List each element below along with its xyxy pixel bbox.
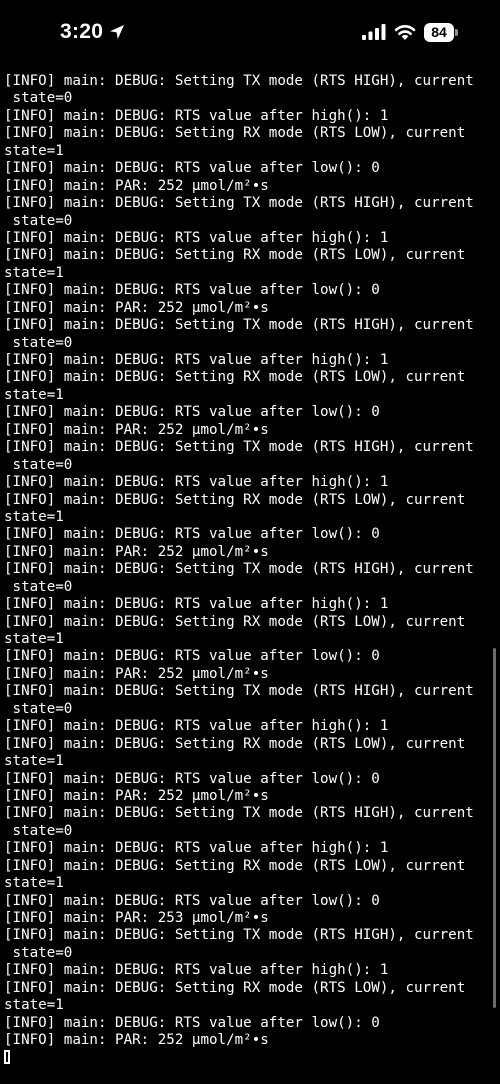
terminal-line: [INFO] main: PAR: 252 µmol/m²•s <box>4 665 269 682</box>
terminal-line: state=0 <box>4 944 73 961</box>
battery-body: 84 <box>424 22 454 42</box>
wifi-icon <box>394 25 416 40</box>
terminal-line: [INFO] main: DEBUG: RTS value after high… <box>4 352 389 368</box>
terminal-line: [INFO] main: DEBUG: RTS value after low(… <box>4 892 380 909</box>
terminal-line: [INFO] main: DEBUG: Setting RX mode (RTS… <box>4 369 466 386</box>
terminal-line: state=1 <box>4 508 64 525</box>
terminal-line: state=0 <box>4 90 73 107</box>
terminal-line: state=0 <box>4 334 73 351</box>
cellular-signal-icon <box>362 24 386 40</box>
terminal-line: [INFO] main: DEBUG: RTS value after low(… <box>4 770 380 787</box>
terminal-line: state=1 <box>4 875 64 892</box>
terminal-line: state=0 <box>4 822 73 839</box>
cursor-line <box>4 1049 492 1067</box>
terminal-line: [INFO] main: DEBUG: RTS value after high… <box>4 107 389 124</box>
status-icons: 84 <box>362 22 458 42</box>
terminal-line: [INFO] main: DEBUG: RTS value after high… <box>4 718 389 735</box>
terminal-output[interactable]: [INFO] main: DEBUG: Setting TX mode (RTS… <box>4 73 492 1067</box>
terminal-line: state=0 <box>4 212 73 229</box>
terminal-line: [INFO] main: PAR: 252 µmol/m²•s <box>4 421 269 438</box>
terminal-line: [INFO] main: PAR: 253 µmol/m²•s <box>4 910 269 926</box>
terminal-line: [INFO] main: DEBUG: RTS value after high… <box>4 840 389 857</box>
terminal-line: state=1 <box>4 264 64 281</box>
terminal-line: [INFO] main: DEBUG: RTS value after high… <box>4 229 389 246</box>
terminal-line: [INFO] main: DEBUG: RTS value after high… <box>4 474 389 491</box>
location-arrow-icon <box>110 25 125 39</box>
terminal-line: [INFO] main: DEBUG: RTS value after low(… <box>4 282 380 299</box>
terminal-line: [INFO] main: DEBUG: RTS value after low(… <box>4 1014 380 1031</box>
terminal-line: state=1 <box>4 997 64 1014</box>
scrollbar[interactable] <box>493 648 496 1008</box>
terminal-line: [INFO] main: DEBUG: Setting TX mode (RTS… <box>4 805 474 822</box>
terminal-line: state=1 <box>4 386 64 403</box>
terminal-line: [INFO] main: DEBUG: RTS value after low(… <box>4 648 380 665</box>
terminal-line: [INFO] main: DEBUG: Setting RX mode (RTS… <box>4 735 466 752</box>
terminal-line: [INFO] main: DEBUG: Setting RX mode (RTS… <box>4 857 466 874</box>
terminal-line: [INFO] main: DEBUG: Setting TX mode (RTS… <box>4 683 474 700</box>
terminal-line: [INFO] main: DEBUG: RTS value after low(… <box>4 160 380 177</box>
terminal-line: [INFO] main: DEBUG: Setting TX mode (RTS… <box>4 73 474 89</box>
status-bar: 3:20 84 <box>0 0 500 70</box>
text-cursor <box>4 1049 10 1064</box>
terminal-line: [INFO] main: DEBUG: Setting TX mode (RTS… <box>4 927 474 944</box>
terminal-line: [INFO] main: DEBUG: Setting RX mode (RTS… <box>4 247 466 264</box>
terminal-line: [INFO] main: PAR: 252 µmol/m²•s <box>4 299 269 316</box>
battery-icon: 84 <box>424 22 458 42</box>
terminal-line: state=0 <box>4 578 73 595</box>
terminal-line: [INFO] main: DEBUG: Setting TX mode (RTS… <box>4 439 474 456</box>
terminal-line: [INFO] main: DEBUG: Setting TX mode (RTS… <box>4 317 474 334</box>
terminal-line: state=0 <box>4 700 73 717</box>
battery-level: 84 <box>431 24 447 40</box>
terminal-line: [INFO] main: PAR: 252 µmol/m²•s <box>4 177 269 194</box>
terminal-line: [INFO] main: PAR: 252 µmol/m²•s <box>4 1032 269 1049</box>
terminal-line: [INFO] main: PAR: 252 µmol/m²•s <box>4 787 269 804</box>
terminal-line: [INFO] main: DEBUG: Setting TX mode (RTS… <box>4 195 474 212</box>
terminal-line: [INFO] main: DEBUG: RTS value after low(… <box>4 526 380 543</box>
terminal-line: [INFO] main: DEBUG: Setting RX mode (RTS… <box>4 979 466 996</box>
battery-tip <box>455 28 458 36</box>
terminal-line: [INFO] main: DEBUG: Setting TX mode (RTS… <box>4 561 474 578</box>
clock-group: 3:20 <box>60 20 125 44</box>
terminal-line: state=1 <box>4 631 64 647</box>
terminal-line: [INFO] main: DEBUG: Setting RX mode (RTS… <box>4 125 466 142</box>
terminal-line: [INFO] main: DEBUG: RTS value after low(… <box>4 404 380 421</box>
terminal-line: state=1 <box>4 142 64 159</box>
terminal-line: [INFO] main: DEBUG: RTS value after high… <box>4 596 389 613</box>
terminal-line: state=0 <box>4 456 73 473</box>
terminal-line: [INFO] main: DEBUG: Setting RX mode (RTS… <box>4 491 466 508</box>
terminal-line: [INFO] main: DEBUG: RTS value after high… <box>4 962 389 979</box>
terminal-line: state=1 <box>4 753 64 770</box>
terminal-line: [INFO] main: PAR: 252 µmol/m²•s <box>4 543 269 560</box>
status-time: 3:20 <box>60 20 104 43</box>
terminal-line: [INFO] main: DEBUG: Setting RX mode (RTS… <box>4 613 466 630</box>
